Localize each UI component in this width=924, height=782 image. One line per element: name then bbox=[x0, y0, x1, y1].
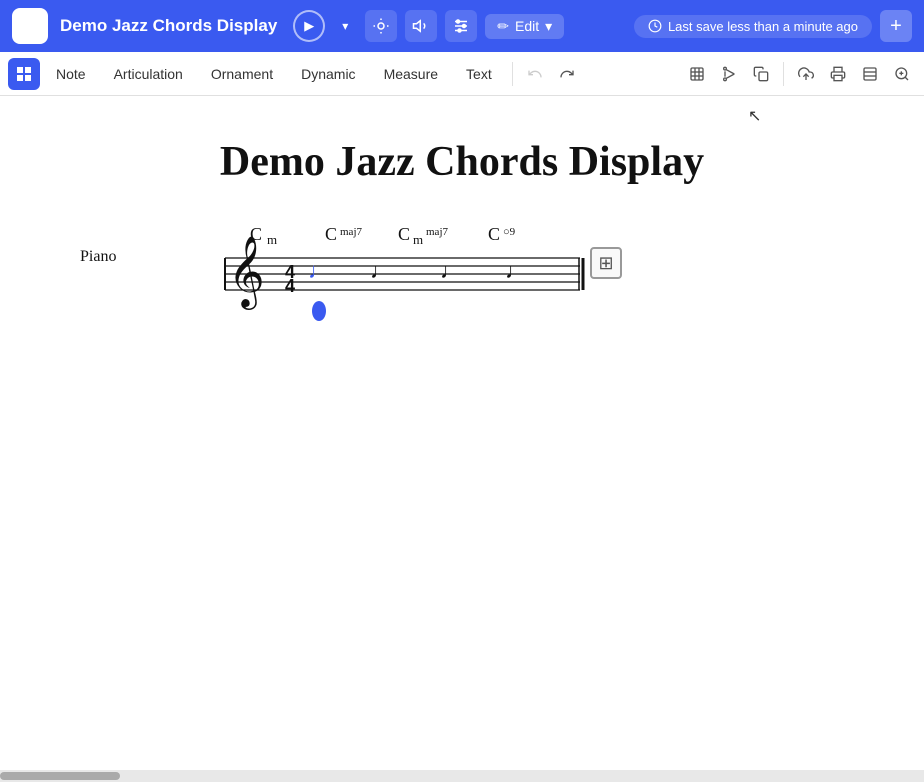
frame-icon[interactable] bbox=[683, 60, 711, 88]
save-status: Last save less than a minute ago bbox=[634, 15, 872, 38]
score-canvas: Demo Jazz Chords Display Piano C m C maj… bbox=[0, 96, 924, 782]
edit-button[interactable]: ✏ Edit ▾ bbox=[485, 14, 564, 39]
svg-text:4: 4 bbox=[285, 276, 295, 296]
undo-button[interactable] bbox=[521, 60, 549, 88]
svg-text:m: m bbox=[413, 232, 423, 247]
scrollbar-thumb[interactable] bbox=[0, 772, 120, 780]
edit-dropdown-icon: ▾ bbox=[545, 18, 552, 35]
svg-text:○9: ○9 bbox=[503, 226, 516, 238]
print-icon[interactable] bbox=[824, 60, 852, 88]
tab-text[interactable]: Text bbox=[454, 62, 504, 86]
tab-note[interactable]: Note bbox=[44, 62, 98, 86]
play-button[interactable]: ▶ bbox=[293, 10, 325, 42]
svg-text:maj7: maj7 bbox=[340, 226, 362, 238]
svg-text:♩: ♩ bbox=[505, 258, 527, 283]
score-title: Demo Jazz Chords Display bbox=[0, 138, 924, 186]
svg-text:C: C bbox=[398, 226, 410, 244]
document-title: Demo Jazz Chords Display bbox=[60, 16, 277, 36]
add-button[interactable]: + bbox=[880, 10, 912, 42]
edit-label: Edit bbox=[515, 18, 539, 34]
toolbar: Note Articulation Ornament Dynamic Measu… bbox=[0, 52, 924, 96]
topbar: Demo Jazz Chords Display ▶ ▾ ✏ Edit ▾ La… bbox=[0, 0, 924, 52]
svg-text:♩: ♩ bbox=[370, 258, 392, 283]
svg-text:maj7: maj7 bbox=[426, 226, 448, 238]
svg-text:C: C bbox=[325, 226, 337, 244]
layout-icon[interactable] bbox=[856, 60, 884, 88]
logo-icon[interactable] bbox=[12, 8, 48, 44]
svg-text:m: m bbox=[267, 232, 277, 247]
play-dropdown[interactable]: ▾ bbox=[333, 10, 357, 42]
svg-text:♩: ♩ bbox=[308, 258, 330, 283]
zoom-icon[interactable] bbox=[888, 60, 916, 88]
edit-icon: ✏ bbox=[497, 18, 509, 35]
toolbar-grid-icon[interactable] bbox=[8, 58, 40, 90]
divider bbox=[512, 62, 513, 86]
clock-icon bbox=[648, 19, 662, 33]
staff-notation: C m C maj7 C m maj7 C ○9 𝄞 bbox=[170, 226, 710, 326]
play-icon: ▶ bbox=[304, 18, 314, 34]
svg-text:♩: ♩ bbox=[440, 258, 462, 283]
instrument-label: Piano bbox=[80, 248, 116, 266]
tab-ornament[interactable]: Ornament bbox=[199, 62, 285, 86]
upload-icon[interactable] bbox=[792, 60, 820, 88]
svg-text:𝄞: 𝄞 bbox=[228, 236, 265, 310]
tab-measure[interactable]: Measure bbox=[372, 62, 450, 86]
cursor-indicator: ↖ bbox=[748, 106, 761, 126]
add-measure-icon: ⊞ bbox=[598, 253, 613, 274]
mixer-button[interactable] bbox=[445, 10, 477, 42]
tab-dynamic[interactable]: Dynamic bbox=[289, 62, 367, 86]
tuner-button[interactable] bbox=[365, 10, 397, 42]
redo-button[interactable] bbox=[553, 60, 581, 88]
svg-text:C: C bbox=[488, 226, 500, 244]
add-measure-button[interactable]: ⊞ bbox=[590, 247, 622, 279]
horizontal-scrollbar[interactable] bbox=[0, 770, 924, 782]
copy-icon[interactable] bbox=[747, 60, 775, 88]
save-status-text: Last save less than a minute ago bbox=[668, 19, 858, 34]
cut-icon[interactable] bbox=[715, 60, 743, 88]
tab-articulation[interactable]: Articulation bbox=[102, 62, 195, 86]
divider2 bbox=[783, 62, 784, 86]
plus-icon: + bbox=[890, 15, 902, 38]
chevron-down-icon: ▾ bbox=[342, 19, 348, 33]
audio-button[interactable] bbox=[405, 10, 437, 42]
